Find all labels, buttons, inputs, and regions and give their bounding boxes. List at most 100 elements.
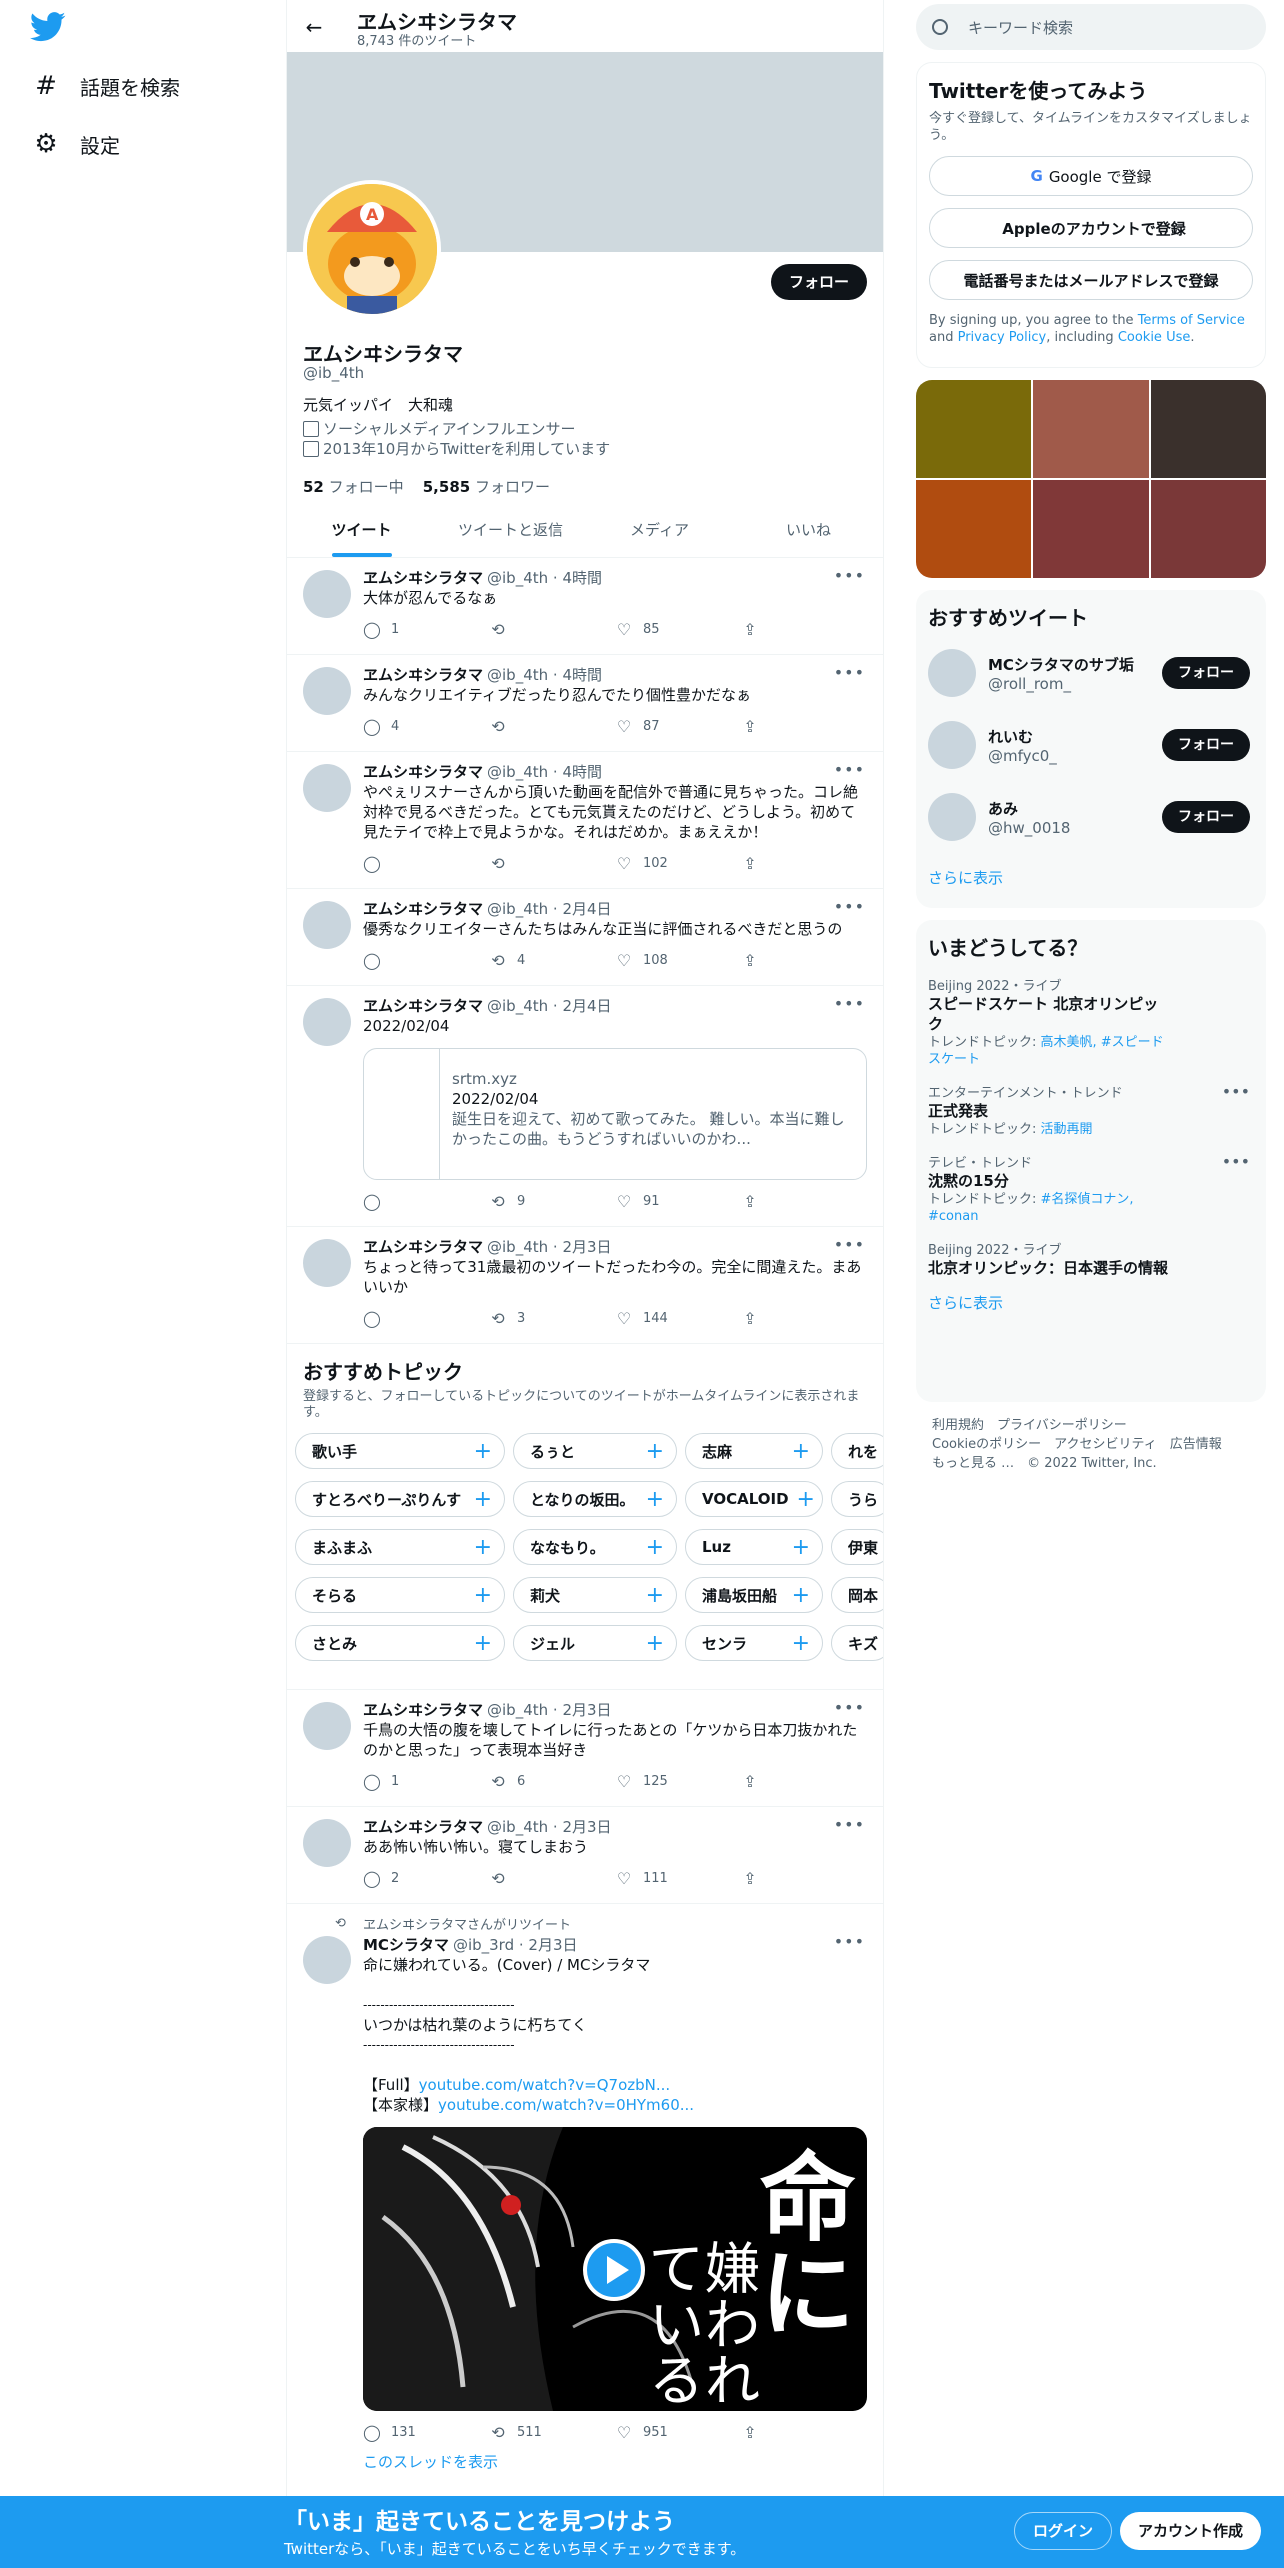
avatar[interactable] (303, 667, 351, 715)
plus-icon[interactable]: + (474, 1487, 492, 1512)
media-tile[interactable] (1033, 480, 1149, 578)
retweet-button[interactable]: ⟲ (489, 620, 615, 639)
topic-chip[interactable]: VOCALOID + (685, 1481, 823, 1517)
share-button[interactable]: ⇪ (741, 1192, 867, 1211)
more-icon[interactable]: ••• (1222, 1152, 1250, 1171)
share-button[interactable]: ⇪ (741, 854, 867, 873)
more-icon[interactable]: ••• (834, 1698, 865, 1717)
plus-icon[interactable]: + (474, 1583, 492, 1608)
recommended-follow-button[interactable]: フォロー (1162, 657, 1250, 689)
footer-line-3[interactable]: もっと見る … © 2022 Twitter, Inc. (932, 1454, 1266, 1473)
plus-icon[interactable]: + (792, 1583, 810, 1608)
retweet-button[interactable]: ⟲ 511 (489, 2423, 615, 2442)
recommended-user[interactable]: MCシラタマのサブ垢 @roll_rom_ フォロー (928, 637, 1254, 709)
orig-link[interactable]: youtube.com/watch?v=0HYm60... (438, 2096, 694, 2114)
plus-icon[interactable]: + (646, 1631, 664, 1656)
topic-chip[interactable]: すとろべりーぷりんす + (295, 1481, 505, 1517)
cookie-link[interactable]: Cookie Use (1118, 330, 1191, 345)
like-button[interactable]: ♡ 91 (615, 1192, 741, 1211)
tweet[interactable]: ••• ヱムシヰシラタマ @ib_4th · 2月3日 千鳥の大悟の腹を壊してトイレに… (287, 1690, 883, 1807)
more-icon[interactable]: ••• (834, 994, 865, 1013)
full-link[interactable]: youtube.com/watch?v=Q7ozbN... (419, 2076, 671, 2094)
topic-chip[interactable]: うら (831, 1481, 883, 1517)
recommended-user[interactable]: れいむ @mfyc0_ フォロー (928, 709, 1254, 781)
tweet[interactable]: ••• ヱムシヰシラタマ @ib_4th · 2月3日 ちょっと待って31歳最初のツイ… (287, 1227, 883, 1344)
footer-line-2[interactable]: Cookieのポリシー アクセシビリティ 広告情報 (932, 1435, 1266, 1454)
tweet-author[interactable]: ヱムシヰシラタマ (363, 762, 483, 782)
plus-icon[interactable]: + (792, 1439, 810, 1464)
reply-button[interactable]: ◯ 4 (363, 717, 489, 736)
like-button[interactable]: ♡ 87 (615, 717, 741, 736)
media-tile[interactable] (916, 480, 1032, 578)
retweeted-tweet[interactable]: ⟲ ヱムシヰシラタマさんがリツイート ••• MCシラタマ @ib_3rd · 2月… (287, 1904, 883, 2482)
tab-tweets[interactable]: ツイート (287, 504, 436, 557)
topic-chip[interactable]: キズ (831, 1625, 883, 1661)
like-button[interactable]: ♡ 951 (615, 2423, 741, 2442)
like-button[interactable]: ♡ 125 (615, 1772, 741, 1791)
tweet-author[interactable]: ヱムシヰシラタマ (363, 899, 483, 919)
trend-item[interactable]: エンターテインメント・トレンド 正式発表 トレンドトピック: 活動再開 ••• (928, 1082, 1254, 1138)
reply-button[interactable]: ◯ 1 (363, 620, 489, 639)
media-tile[interactable] (1150, 380, 1266, 478)
retweet-button[interactable]: ⟲ 9 (489, 1192, 615, 1211)
retweet-button[interactable]: ⟲ (489, 717, 615, 736)
share-button[interactable]: ⇪ (741, 1309, 867, 1328)
tweet[interactable]: ••• ヱムシヰシラタマ @ib_4th · 2月3日 ああ怖い怖い怖い。寝てしまおう… (287, 1807, 883, 1904)
share-button[interactable]: ⇪ (741, 620, 867, 639)
avatar[interactable] (303, 901, 351, 949)
topic-chip[interactable]: となりの坂田。 + (513, 1481, 677, 1517)
tweet-author[interactable]: ヱムシヰシラタマ (363, 1237, 483, 1257)
plus-icon[interactable]: + (646, 1439, 664, 1464)
plus-icon[interactable]: + (792, 1631, 810, 1656)
avatar[interactable] (303, 1936, 351, 1984)
reply-button[interactable]: ◯ (363, 1309, 489, 1328)
more-icon[interactable]: ••• (1222, 1082, 1250, 1101)
like-button[interactable]: ♡ 85 (615, 620, 741, 639)
signup-button[interactable]: アカウント作成 (1120, 2512, 1262, 2550)
reply-button[interactable]: ◯ 131 (363, 2423, 489, 2442)
avatar[interactable] (928, 649, 976, 697)
terms-link[interactable]: Terms of Service (1138, 313, 1245, 328)
footer-line-1[interactable]: 利用規約 プライバシーポリシー (932, 1416, 1266, 1435)
reply-button[interactable]: ◯ 2 (363, 1869, 489, 1888)
topic-chip[interactable]: 伊東 (831, 1529, 883, 1565)
topic-chip[interactable]: ななもり。 + (513, 1529, 677, 1565)
plus-icon[interactable]: + (474, 1535, 492, 1560)
tab-tweets-replies[interactable]: ツイートと返信 (436, 504, 585, 557)
media-tile[interactable] (916, 380, 1032, 478)
topic-chip[interactable]: ジェル + (513, 1625, 677, 1661)
play-icon[interactable] (583, 2239, 645, 2301)
topic-chip[interactable]: まふまふ + (295, 1529, 505, 1565)
search-input[interactable]: キーワード検索 (916, 4, 1266, 50)
more-icon[interactable]: ••• (834, 897, 865, 916)
avatar[interactable] (303, 1239, 351, 1287)
more-icon[interactable]: ••• (834, 1815, 865, 1834)
topic-chip[interactable]: センラ + (685, 1625, 823, 1661)
link-card[interactable]: srtm.xyz 2022/02/04 誕生日を迎えて、初めて歌ってみた。 難しい。… (363, 1048, 867, 1180)
trend-item[interactable]: Beijing 2022・ライブ スピードスケート 北京オリンピック トレンドトピッ… (928, 975, 1254, 1068)
avatar[interactable] (303, 764, 351, 812)
plus-icon[interactable]: + (797, 1487, 815, 1512)
followers-link[interactable]: 5,585 フォロワー (423, 478, 550, 496)
back-arrow-icon[interactable]: ← (301, 14, 327, 40)
topic-chip[interactable]: Luz + (685, 1529, 823, 1565)
trend-topics-links[interactable]: 活動再開 (1041, 1122, 1093, 1137)
recommended-more-link[interactable]: さらに表示 (928, 867, 1254, 888)
share-button[interactable]: ⇪ (741, 951, 867, 970)
follow-button[interactable]: フォロー (770, 264, 867, 300)
recommended-user[interactable]: あみ @hw_0018 フォロー (928, 781, 1254, 853)
avatar[interactable]: A (303, 180, 441, 318)
tweet[interactable]: ••• ヱムシヰシラタマ @ib_4th · 4時間 みんなクリエイティブだったり忍ん… (287, 655, 883, 752)
trend-item[interactable]: テレビ・トレンド 沈黙の15分 トレンドトピック: #名探偵コナン, #conan •… (928, 1152, 1254, 1225)
tweet[interactable]: ••• ヱムシヰシラタマ @ib_4th · 4時間 やぺぇリスナーさんから頂いた動画… (287, 752, 883, 889)
tweet[interactable]: ••• ヱムシヰシラタマ @ib_4th · 4時間 大体が忍んでるなぁ ◯ 1 ⟲ ♡ 85 ⇪ (287, 558, 883, 655)
topic-chip[interactable]: 歌い手 + (295, 1433, 505, 1469)
share-button[interactable]: ⇪ (741, 1869, 867, 1888)
nav-settings[interactable]: ⚙ 設定 (32, 124, 120, 164)
more-icon[interactable]: ••• (834, 1932, 865, 1951)
media-tile[interactable] (1033, 380, 1149, 478)
following-link[interactable]: 52 フォロー中 (303, 478, 404, 496)
share-button[interactable]: ⇪ (741, 1772, 867, 1791)
plus-icon[interactable]: + (474, 1439, 492, 1464)
retweet-button[interactable]: ⟲ (489, 1869, 615, 1888)
